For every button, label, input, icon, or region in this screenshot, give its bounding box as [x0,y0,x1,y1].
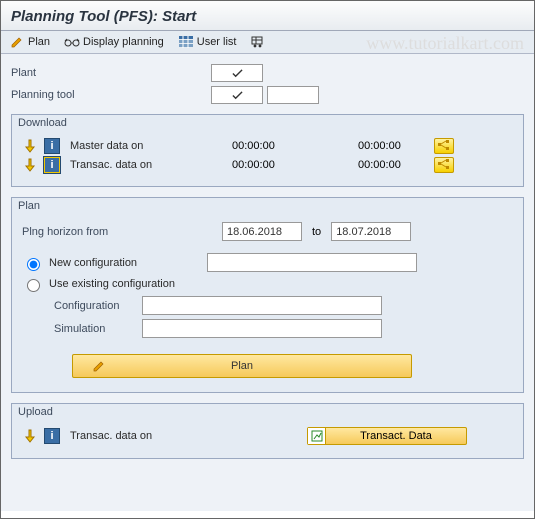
use-existing-label: Use existing configuration [49,278,175,290]
plant-input[interactable] [211,64,263,82]
upload-transac-label: Transac. data on [66,430,301,442]
simulation-label: Simulation [22,323,142,335]
master-time-1: 00:00:00 [232,140,352,152]
use-existing-radio[interactable] [27,279,40,292]
info-icon[interactable]: i [44,157,60,173]
transac-action-button[interactable] [434,157,454,173]
user-list-button[interactable]: User list [178,34,237,50]
from-date-input[interactable] [222,222,302,241]
info-icon[interactable]: i [44,138,60,154]
toolbar: Plan Display planning User list [1,31,534,54]
extra-toolbar-button[interactable] [250,34,266,50]
download-arrow-icon[interactable] [22,428,38,444]
plan-button-label: Plan [231,360,253,372]
plan-button[interactable]: Plan [72,354,412,378]
user-list-label: User list [197,36,237,48]
display-planning-button[interactable]: Display planning [64,34,164,50]
download-group: Download i Master data on 00:00:00 00:00… [11,114,524,187]
upload-group: Upload i Transac. data on Transact. Data [11,403,524,459]
info-icon[interactable]: i [44,428,60,444]
download-arrow-icon[interactable] [22,138,38,154]
new-config-radio[interactable] [27,258,40,271]
master-action-button[interactable] [434,138,454,154]
transac-data-label: Transac. data on [66,159,226,171]
train-icon [250,34,266,50]
plan-toolbar-button[interactable]: Plan [9,34,50,50]
transact-data-button-label: Transact. Data [326,430,466,442]
new-config-input[interactable] [207,253,417,272]
plan-group: Plan Plng horizon from to New configurat… [11,197,524,393]
sheet-icon [308,428,326,444]
check-icon [232,90,243,101]
plant-label: Plant [11,67,211,79]
to-label: to [312,226,321,238]
nodes-icon [437,140,451,152]
page-title: Planning Tool (PFS): Start [11,8,524,25]
display-planning-label: Display planning [83,36,164,48]
plan-toolbar-label: Plan [28,36,50,48]
pencil-icon [92,359,106,373]
planning-tool-input[interactable] [211,86,263,104]
new-config-label: New configuration [49,257,201,269]
planning-tool-input-2[interactable] [267,86,319,104]
configuration-input[interactable] [142,296,382,315]
transac-time-1: 00:00:00 [232,159,352,171]
master-data-label: Master data on [66,140,226,152]
pencil-icon [9,34,25,50]
simulation-input[interactable] [142,319,382,338]
glasses-icon [64,34,80,50]
configuration-label: Configuration [22,300,142,312]
transac-time-2: 00:00:00 [358,159,428,171]
transact-data-button[interactable]: Transact. Data [307,427,467,445]
to-date-input[interactable] [331,222,411,241]
titlebar: Planning Tool (PFS): Start [1,1,534,31]
download-arrow-icon[interactable] [22,157,38,173]
horizon-label: Plng horizon from [22,226,222,238]
planning-tool-label: Planning tool [11,89,211,101]
check-icon [232,68,243,79]
master-time-2: 00:00:00 [358,140,428,152]
upload-legend: Upload [18,406,53,418]
download-legend: Download [18,117,67,129]
table-icon [178,34,194,50]
plan-legend: Plan [18,200,40,212]
nodes-icon [437,159,451,171]
